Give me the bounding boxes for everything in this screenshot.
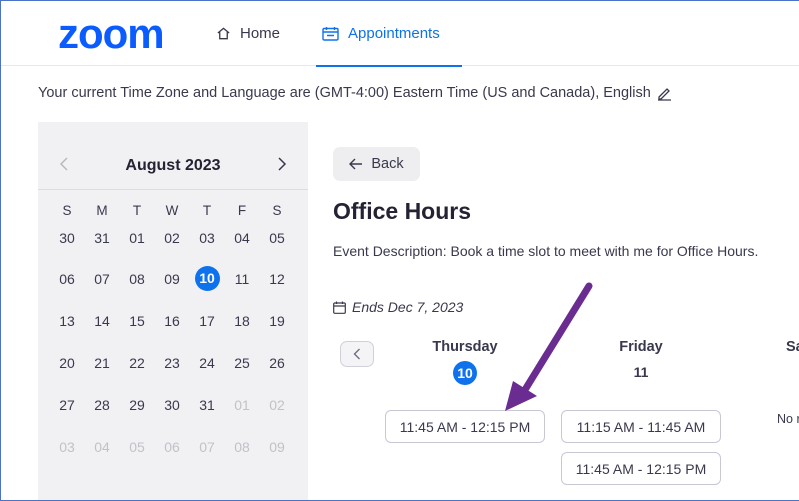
annotation-arrow-shaft bbox=[519, 282, 593, 397]
zoom-logo[interactable]: zoom bbox=[58, 15, 180, 53]
calendar-day[interactable]: 01 bbox=[120, 227, 154, 249]
edit-pencil-icon[interactable] bbox=[657, 86, 672, 101]
previous-days-button[interactable] bbox=[340, 341, 374, 367]
calendar-day[interactable]: 06 bbox=[50, 268, 84, 290]
weekday-label: S bbox=[272, 203, 282, 218]
event-title: Office Hours bbox=[333, 198, 472, 224]
back-button-label: Back bbox=[371, 156, 404, 172]
calendar-day[interactable]: 23 bbox=[155, 352, 189, 374]
svg-text:zoom: zoom bbox=[58, 15, 164, 53]
calendar-day[interactable]: 28 bbox=[85, 394, 119, 416]
weekday-label: S bbox=[62, 203, 72, 218]
calendar-day[interactable]: 18 bbox=[225, 310, 259, 332]
nav-appointments-label: Appointments bbox=[348, 24, 440, 42]
calendar-day-other-month: 04 bbox=[94, 439, 110, 455]
day-number: 11 bbox=[633, 364, 649, 380]
calendar-day[interactable]: 31 bbox=[85, 227, 119, 249]
time-slot-button[interactable]: 11:45 AM - 12:15 PM bbox=[385, 410, 545, 443]
day-column-header: Thursday bbox=[432, 339, 498, 355]
event-end-date: Ends Dec 7, 2023 bbox=[333, 299, 463, 315]
calendar-day[interactable]: 22 bbox=[120, 352, 154, 374]
weekday-label: T bbox=[202, 203, 212, 218]
calendar-day[interactable]: 07 bbox=[85, 268, 119, 290]
calendar-day[interactable]: 02 bbox=[155, 227, 189, 249]
nav-home-label: Home bbox=[240, 24, 281, 42]
calendar-day-other-month: 03 bbox=[59, 439, 75, 455]
calendar-day-other-month: 02 bbox=[269, 397, 285, 413]
calendar-icon bbox=[322, 26, 339, 41]
calendar-day[interactable]: 21 bbox=[85, 352, 119, 374]
weekday-label: M bbox=[96, 203, 108, 218]
calendar-day-other-month: 09 bbox=[269, 439, 285, 455]
next-month-button[interactable] bbox=[272, 154, 292, 174]
calendar-day[interactable]: 13 bbox=[50, 310, 84, 332]
calendar-day[interactable]: 19 bbox=[260, 310, 294, 332]
date-picker-calendar: August 2023 S M T W T F S 30 31 01 02 03… bbox=[38, 122, 308, 501]
calendar-day[interactable]: 29 bbox=[120, 394, 154, 416]
calendar-day[interactable]: 27 bbox=[50, 394, 84, 416]
time-slot-button[interactable]: 11:15 AM - 11:45 AM bbox=[561, 410, 721, 443]
calendar-day-other-month: 01 bbox=[234, 397, 250, 413]
calendar-day-other-month: 07 bbox=[199, 439, 215, 455]
calendar-day[interactable]: 03 bbox=[190, 227, 224, 249]
calendar-day-selected[interactable]: 10 bbox=[190, 266, 224, 291]
calendar-day[interactable]: 24 bbox=[190, 352, 224, 374]
calendar-day[interactable]: 31 bbox=[190, 394, 224, 416]
annotation-arrow-head bbox=[505, 381, 537, 411]
calendar-day[interactable]: 20 bbox=[50, 352, 84, 374]
nav-home[interactable]: Home bbox=[216, 0, 280, 66]
home-icon bbox=[217, 26, 230, 39]
chevron-left-icon bbox=[353, 348, 360, 360]
event-description: Event Description: Book a time slot to m… bbox=[333, 243, 759, 259]
calendar-day[interactable]: 15 bbox=[120, 310, 154, 332]
calendar-day-other-month: 05 bbox=[129, 439, 145, 455]
calendar-day-other-month: 06 bbox=[164, 439, 180, 455]
calendar-day[interactable]: 12 bbox=[260, 268, 294, 290]
calendar-day[interactable]: 08 bbox=[120, 268, 154, 290]
weekday-label: W bbox=[165, 203, 179, 218]
ends-label: Ends Dec 7, 2023 bbox=[352, 299, 464, 315]
selected-day-number: 10 bbox=[194, 266, 220, 291]
timezone-language-line: Your current Time Zone and Language are … bbox=[38, 85, 672, 101]
day-column-header: Friday bbox=[619, 339, 663, 355]
nav-appointments[interactable]: Appointments bbox=[316, 0, 462, 67]
day-column-header: Sa bbox=[786, 339, 799, 355]
day-number-selected: 10 bbox=[453, 361, 477, 385]
timezone-text: Your current Time Zone and Language are … bbox=[38, 85, 651, 101]
no-slots-text: No r bbox=[777, 412, 799, 426]
calendar-day[interactable]: 04 bbox=[225, 227, 259, 249]
calendar-day[interactable]: 25 bbox=[225, 352, 259, 374]
weekday-label: F bbox=[237, 203, 247, 218]
calendar-day[interactable]: 30 bbox=[50, 227, 84, 249]
calendar-day[interactable]: 30 bbox=[155, 394, 189, 416]
calendar-day[interactable]: 26 bbox=[260, 352, 294, 374]
back-button[interactable]: Back bbox=[333, 147, 420, 181]
arrow-left-icon bbox=[349, 158, 363, 170]
weekday-label: T bbox=[132, 203, 142, 218]
calendar-day[interactable]: 16 bbox=[155, 310, 189, 332]
calendar-day[interactable]: 11 bbox=[225, 268, 259, 290]
top-navigation: zoom Home Appointments bbox=[0, 0, 799, 67]
chevron-right-icon bbox=[278, 157, 287, 171]
calendar-day[interactable]: 05 bbox=[260, 227, 294, 249]
calendar-day[interactable]: 14 bbox=[85, 310, 119, 332]
calendar-day[interactable]: 09 bbox=[155, 268, 189, 290]
calendar-day-other-month: 08 bbox=[234, 439, 250, 455]
calendar-month-label: August 2023 bbox=[125, 157, 221, 174]
calendar-icon bbox=[333, 301, 346, 314]
calendar-day[interactable]: 17 bbox=[190, 310, 224, 332]
time-slot-button[interactable]: 11:45 AM - 12:15 PM bbox=[561, 452, 721, 485]
calendar-header: August 2023 bbox=[38, 122, 308, 190]
